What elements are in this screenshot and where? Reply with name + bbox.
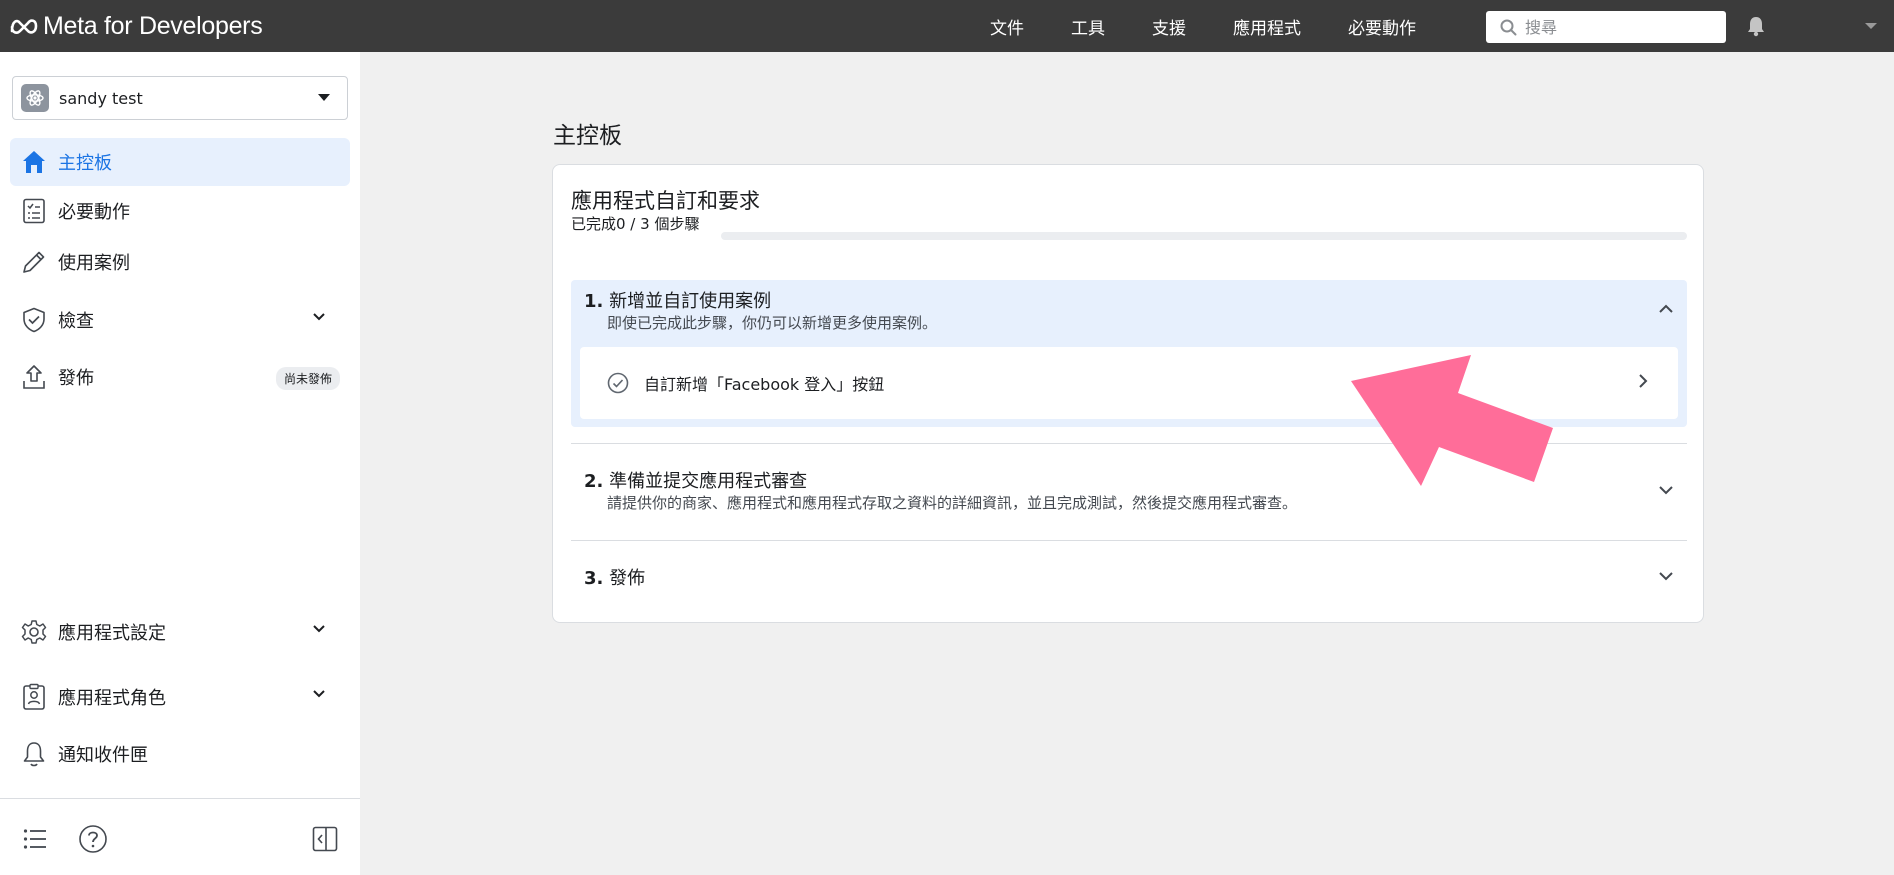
checklist-icon [18,195,50,227]
top-nav-links: 文件 工具 支援 應用程式 必要動作 [990,0,1463,52]
sidebar-divider [0,798,360,799]
bell-icon [18,738,50,770]
step-2-header[interactable]: 2. 準備並提交應用程式審查 [584,467,807,493]
sidebar-item-label: 必要動作 [58,202,130,223]
page-title: 主控板 [553,123,622,149]
sidebar-item-label: 應用程式角色 [58,688,166,709]
search-box [1486,11,1726,43]
chevron-down-icon[interactable] [1658,571,1674,581]
annotation-arrow-icon [1351,355,1553,486]
step-title: 新增並自訂使用案例 [609,291,772,312]
nav-support[interactable]: 支援 [1152,14,1186,39]
meta-logo[interactable]: Meta for Developers [9,11,263,41]
sidebar-item-dashboard[interactable]: 主控板 [10,138,350,186]
gear-icon [18,616,50,648]
nav-tools[interactable]: 工具 [1071,14,1105,39]
notification-bell-icon[interactable] [1745,15,1767,37]
card-title: 應用程式自訂和要求 [571,189,760,213]
chevron-down-icon [313,313,325,321]
chevron-right-icon [1639,374,1648,388]
step-1-header[interactable]: 1. 新增並自訂使用案例 [584,287,771,313]
sidebar-item-review[interactable]: 檢查 [10,296,350,344]
sidebar-item-label: 檢查 [58,311,94,332]
sidebar-item-use-cases[interactable]: 使用案例 [10,238,350,286]
caret-down-icon [318,94,330,101]
sidebar-item-label: 通知收件匣 [58,745,148,766]
step-description: 即使已完成此步驟，你仍可以新增更多使用案例。 [607,314,938,332]
nav-docs[interactable]: 文件 [990,14,1024,39]
step-number: 3. [584,568,604,589]
chevron-up-icon[interactable] [1658,304,1674,314]
sidebar-item-label: 主控板 [58,153,112,174]
check-circle-icon [606,371,630,395]
home-icon [18,146,50,178]
sidebar-item-label: 應用程式設定 [58,623,166,644]
step-title: 準備並提交應用程式審查 [609,471,808,492]
collapse-panel-icon[interactable] [312,826,338,852]
progress-text: 已完成0 / 3 個步驟 [571,215,700,233]
sidebar-item-publish[interactable]: 發佈 尚未發佈 [10,353,350,401]
sidebar-item-app-roles[interactable]: 應用程式角色 [10,673,350,721]
step-number: 2. [584,471,604,492]
chevron-down-icon [313,625,325,633]
sidebar-item-notification-inbox[interactable]: 通知收件匣 [10,730,350,778]
help-icon[interactable] [78,824,108,854]
progress-bar [721,232,1687,240]
app-selector[interactable]: sandy test [12,76,348,120]
sidebar-item-label: 發佈 [58,368,94,389]
search-input[interactable] [1525,17,1715,37]
account-menu-caret-icon[interactable] [1864,22,1878,30]
upload-icon [18,361,50,393]
step-divider [571,540,1687,541]
step-number: 1. [584,291,604,312]
search-icon [1500,19,1517,35]
nav-required-actions[interactable]: 必要動作 [1348,14,1416,39]
sidebar-item-app-settings[interactable]: 應用程式設定 [10,608,350,656]
step-title: 發佈 [609,568,646,589]
step-description: 請提供你的商家、應用程式和應用程式存取之資料的詳細資訊，並且完成測試，然後提交應… [607,494,1298,512]
chevron-down-icon [313,690,325,698]
shield-check-icon [18,304,50,336]
top-navbar: Meta for Developers 文件 工具 支援 應用程式 必要動作 [0,0,1894,52]
pencil-icon [18,246,50,278]
task-label: 自訂新增「Facebook 登入」按鈕 [644,375,885,394]
app-name: sandy test [59,88,143,108]
id-badge-icon [18,681,50,713]
step-3-header[interactable]: 3. 發佈 [584,564,645,590]
nav-apps[interactable]: 應用程式 [1233,14,1301,39]
chevron-down-icon[interactable] [1658,485,1674,495]
status-badge: 尚未發佈 [275,367,340,390]
sidebar: sandy test 主控板 必要動作 使用案例 檢查 發佈 尚未發佈 應用程式… [0,52,360,875]
sidebar-item-label: 使用案例 [58,253,130,274]
list-icon[interactable] [22,826,48,852]
meta-infinity-icon [10,19,38,34]
sidebar-item-required-actions[interactable]: 必要動作 [10,187,350,235]
app-atom-icon [21,84,49,112]
logo-text: Meta for Developers [43,11,263,40]
